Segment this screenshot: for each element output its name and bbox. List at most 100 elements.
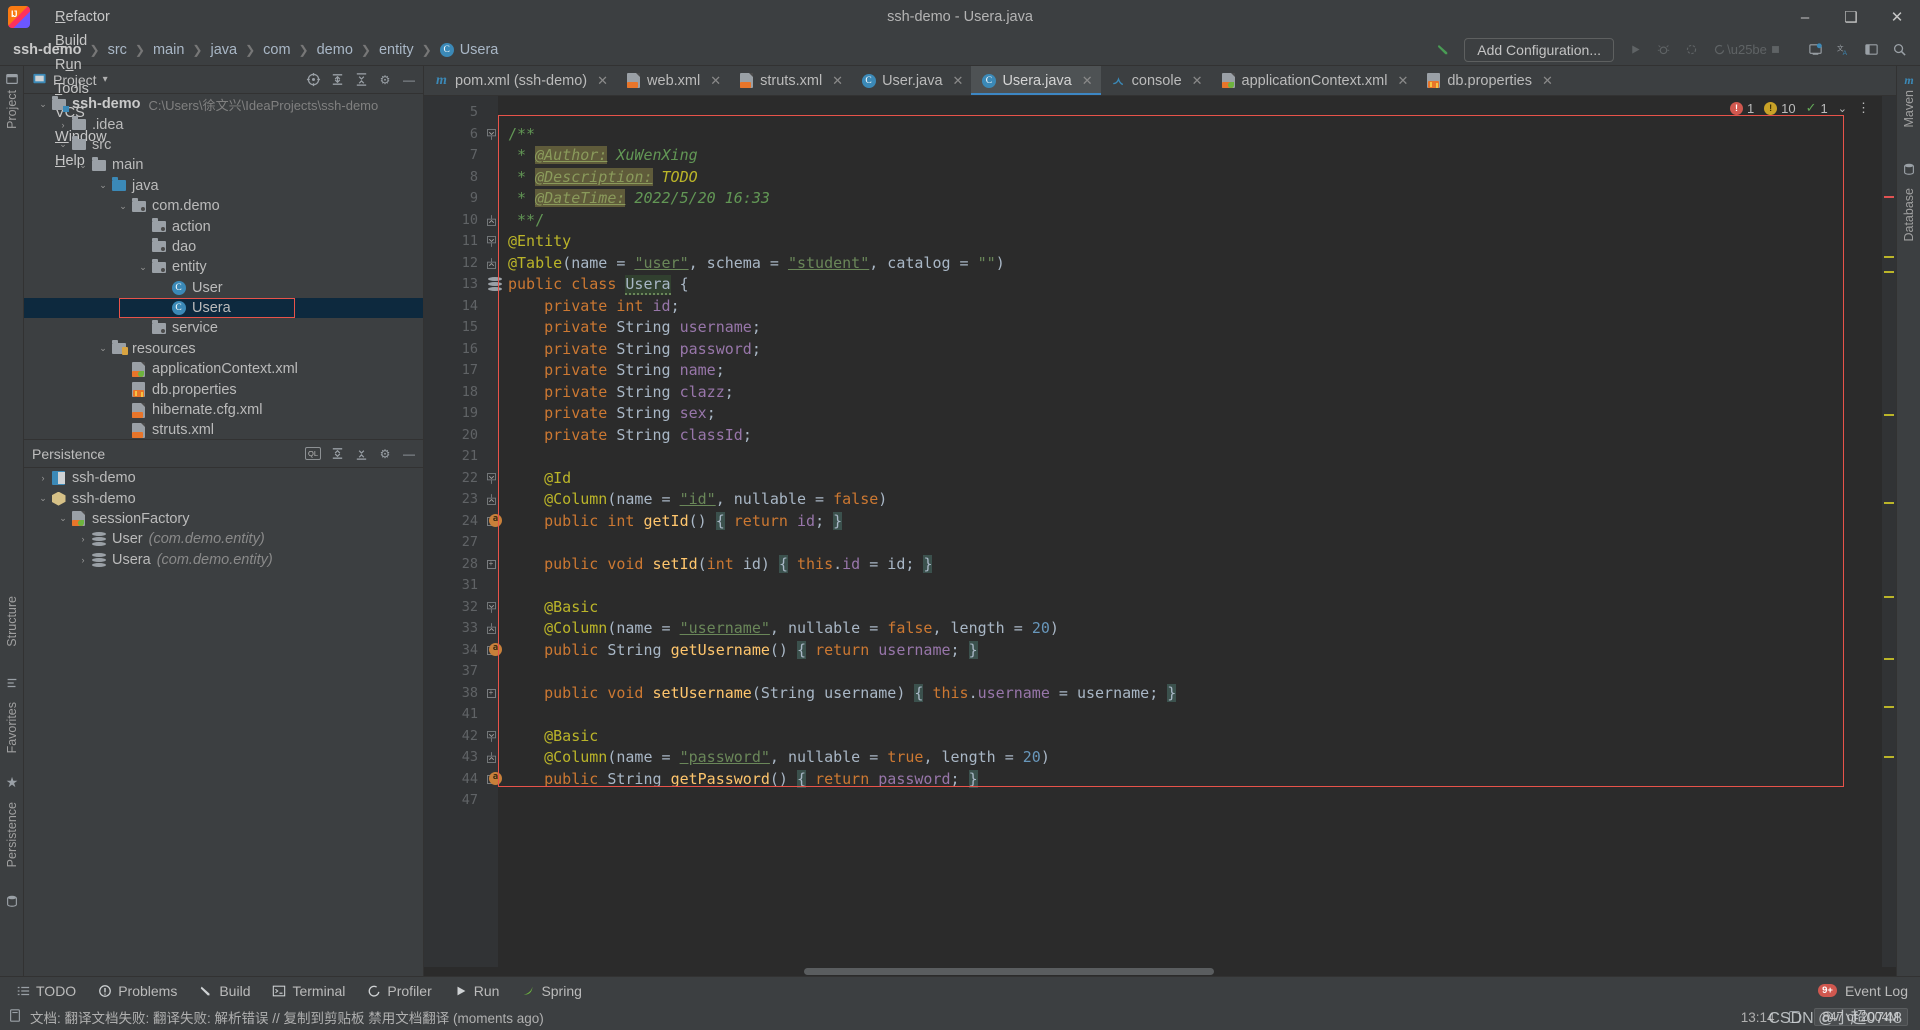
scrollbar-thumb[interactable] xyxy=(804,968,1214,975)
menu-refactor[interactable]: Refactor xyxy=(44,5,123,29)
select-opened-file-icon[interactable] xyxy=(303,70,323,90)
tree-item[interactable]: › User (com.demo.entity) xyxy=(24,529,423,549)
search-icon[interactable] xyxy=(1886,37,1912,63)
collapse-all-icon[interactable] xyxy=(351,444,371,464)
tree-expand-arrow[interactable]: ⌄ xyxy=(96,343,110,354)
tool-window-run[interactable]: Run xyxy=(444,980,510,1002)
tool-window-profiler[interactable]: Profiler xyxy=(357,980,441,1002)
tree-expand-arrow[interactable]: ⌄ xyxy=(56,139,70,150)
hide-panel-icon[interactable]: — xyxy=(399,444,419,464)
editor-tab-pom-xml-ssh-demo-[interactable]: m pom.xml (ssh-demo) ✕ xyxy=(424,66,616,95)
fold-marker[interactable]: + xyxy=(484,554,498,576)
expand-all-icon[interactable] xyxy=(327,70,347,90)
editor-tab-applicationcontext-xml[interactable]: applicationContext.xml ✕ xyxy=(1211,66,1417,95)
checks-passed-badge[interactable]: ✓ 1 xyxy=(1806,100,1828,116)
tree-expand-arrow[interactable]: ⌄ xyxy=(76,160,90,171)
minimize-button[interactable]: – xyxy=(1782,0,1828,34)
expand-all-icon[interactable] xyxy=(327,444,347,464)
tree-expand-arrow[interactable]: › xyxy=(76,555,90,565)
code-content[interactable]: /** * @Author: XuWenXing * @Description:… xyxy=(498,96,1882,967)
fold-marker[interactable] xyxy=(484,210,498,232)
tree-item[interactable]: ›struts.xml xyxy=(24,420,423,439)
chevron-down-icon[interactable]: ⌄ xyxy=(1838,102,1847,115)
editor-tab-web-xml[interactable]: web.xml ✕ xyxy=(616,66,729,95)
tree-item[interactable]: › Usera (com.demo.entity) xyxy=(24,550,423,570)
tree-item[interactable]: ›action xyxy=(24,216,423,236)
menu-run[interactable]: Run xyxy=(44,53,123,77)
tree-item[interactable]: ⌄ java xyxy=(24,176,423,196)
fold-marker[interactable] xyxy=(484,747,498,769)
lock-icon[interactable] xyxy=(1788,1011,1800,1023)
fold-marker[interactable] xyxy=(484,124,498,146)
updates-icon[interactable] xyxy=(1802,37,1828,63)
tree-expand-arrow[interactable]: ⌄ xyxy=(136,262,150,273)
close-button[interactable]: ✕ xyxy=(1874,0,1920,34)
rail-label-database[interactable]: Database xyxy=(1902,188,1916,242)
fold-marker[interactable] xyxy=(484,468,498,490)
tree-item[interactable]: ⌄ main xyxy=(24,155,423,175)
tree-expand-arrow[interactable]: › xyxy=(76,534,90,544)
hide-panel-icon[interactable]: — xyxy=(399,70,419,90)
warning-count-badge[interactable]: ! 10 xyxy=(1764,101,1796,116)
fold-marker[interactable] xyxy=(484,489,498,511)
more-options-icon[interactable]: ⋮ xyxy=(1857,100,1870,116)
persistence-panel-title[interactable]: Persistence xyxy=(32,446,105,462)
tool-window-spring[interactable]: Spring xyxy=(511,980,591,1002)
chevron-down-icon[interactable]: \u25be xyxy=(1727,37,1767,63)
project-rail-icon[interactable] xyxy=(4,72,20,88)
tree-item[interactable]: ⌄ src xyxy=(24,135,423,155)
fold-marker[interactable] xyxy=(484,618,498,640)
rail-label-structure[interactable]: Structure xyxy=(5,596,19,647)
tree-expand-arrow[interactable]: ⌄ xyxy=(36,493,50,504)
event-log-button[interactable]: Event Log xyxy=(1845,983,1908,999)
fold-marker[interactable]: + xyxy=(484,683,498,705)
error-count-badge[interactable]: ! 1 xyxy=(1729,101,1754,116)
favorites-star-icon[interactable]: ★ xyxy=(4,774,20,790)
run-icon[interactable] xyxy=(1622,37,1648,63)
fold-marker[interactable] xyxy=(484,597,498,619)
add-configuration-button[interactable]: Add Configuration... xyxy=(1464,37,1614,62)
close-icon[interactable]: ✕ xyxy=(1082,73,1093,89)
menu-build[interactable]: Build xyxy=(44,29,123,53)
fold-marker[interactable] xyxy=(484,231,498,253)
editor-tab-struts-xml[interactable]: struts.xml ✕ xyxy=(729,66,851,95)
close-icon[interactable]: ✕ xyxy=(1397,73,1408,89)
memory-indicator[interactable]: 847 of 2004M xyxy=(1813,1008,1908,1026)
stop-icon[interactable] xyxy=(1762,37,1788,63)
breadcrumb-item-entity[interactable]: entity xyxy=(376,40,417,60)
tree-expand-arrow[interactable]: › xyxy=(56,120,70,130)
close-icon[interactable]: ✕ xyxy=(710,73,721,89)
tree-item[interactable]: ⌄ ssh-demo C:\Users\徐文兴\IdeaProjects\ssh-d… xyxy=(24,94,423,114)
tool-window-todo[interactable]: TODO xyxy=(6,980,86,1002)
editor-tab-user-java[interactable]: C User.java ✕ xyxy=(851,66,971,95)
close-icon[interactable]: ✕ xyxy=(1542,73,1553,89)
breadcrumb-item-main[interactable]: main xyxy=(150,40,187,60)
layout-icon[interactable] xyxy=(1858,37,1884,63)
tree-item[interactable]: ›CUser xyxy=(24,278,423,298)
tree-item[interactable]: ⌄ com.demo xyxy=(24,196,423,216)
tree-item[interactable]: ⌄ entity xyxy=(24,257,423,277)
tree-item[interactable]: ⌄ sessionFactory xyxy=(24,509,423,529)
tree-item[interactable]: ›db.properties xyxy=(24,379,423,399)
maven-rail-icon[interactable]: m xyxy=(1901,72,1917,88)
fold-marker[interactable] xyxy=(484,726,498,748)
error-stripe-gutter[interactable] xyxy=(1882,96,1896,967)
close-icon[interactable]: ✕ xyxy=(1192,73,1203,89)
tree-expand-arrow[interactable]: ⌄ xyxy=(96,180,110,191)
console-ql-icon[interactable]: QL xyxy=(303,444,323,464)
breadcrumb-item-usera[interactable]: C Usera xyxy=(437,40,502,60)
settings-gear-icon[interactable]: ⚙ xyxy=(375,70,395,90)
tree-expand-arrow[interactable]: › xyxy=(36,473,50,483)
tree-item[interactable]: ›applicationContext.xml xyxy=(24,359,423,379)
debug-icon[interactable] xyxy=(1650,37,1676,63)
close-icon[interactable]: ✕ xyxy=(597,73,608,89)
tree-item[interactable]: ⌄ resources xyxy=(24,339,423,359)
breadcrumb-item-demo[interactable]: demo xyxy=(314,40,356,60)
tree-expand-arrow[interactable]: ⌄ xyxy=(36,99,50,110)
editor-tab-usera-java[interactable]: C Usera.java ✕ xyxy=(971,66,1101,95)
horizontal-scrollbar[interactable] xyxy=(424,967,1896,976)
editor-tab-db-properties[interactable]: db.properties ✕ xyxy=(1416,66,1561,95)
rail-label-project[interactable]: Project xyxy=(5,90,19,129)
database-rail-icon[interactable] xyxy=(1901,162,1917,178)
collapse-all-icon[interactable] xyxy=(351,70,371,90)
